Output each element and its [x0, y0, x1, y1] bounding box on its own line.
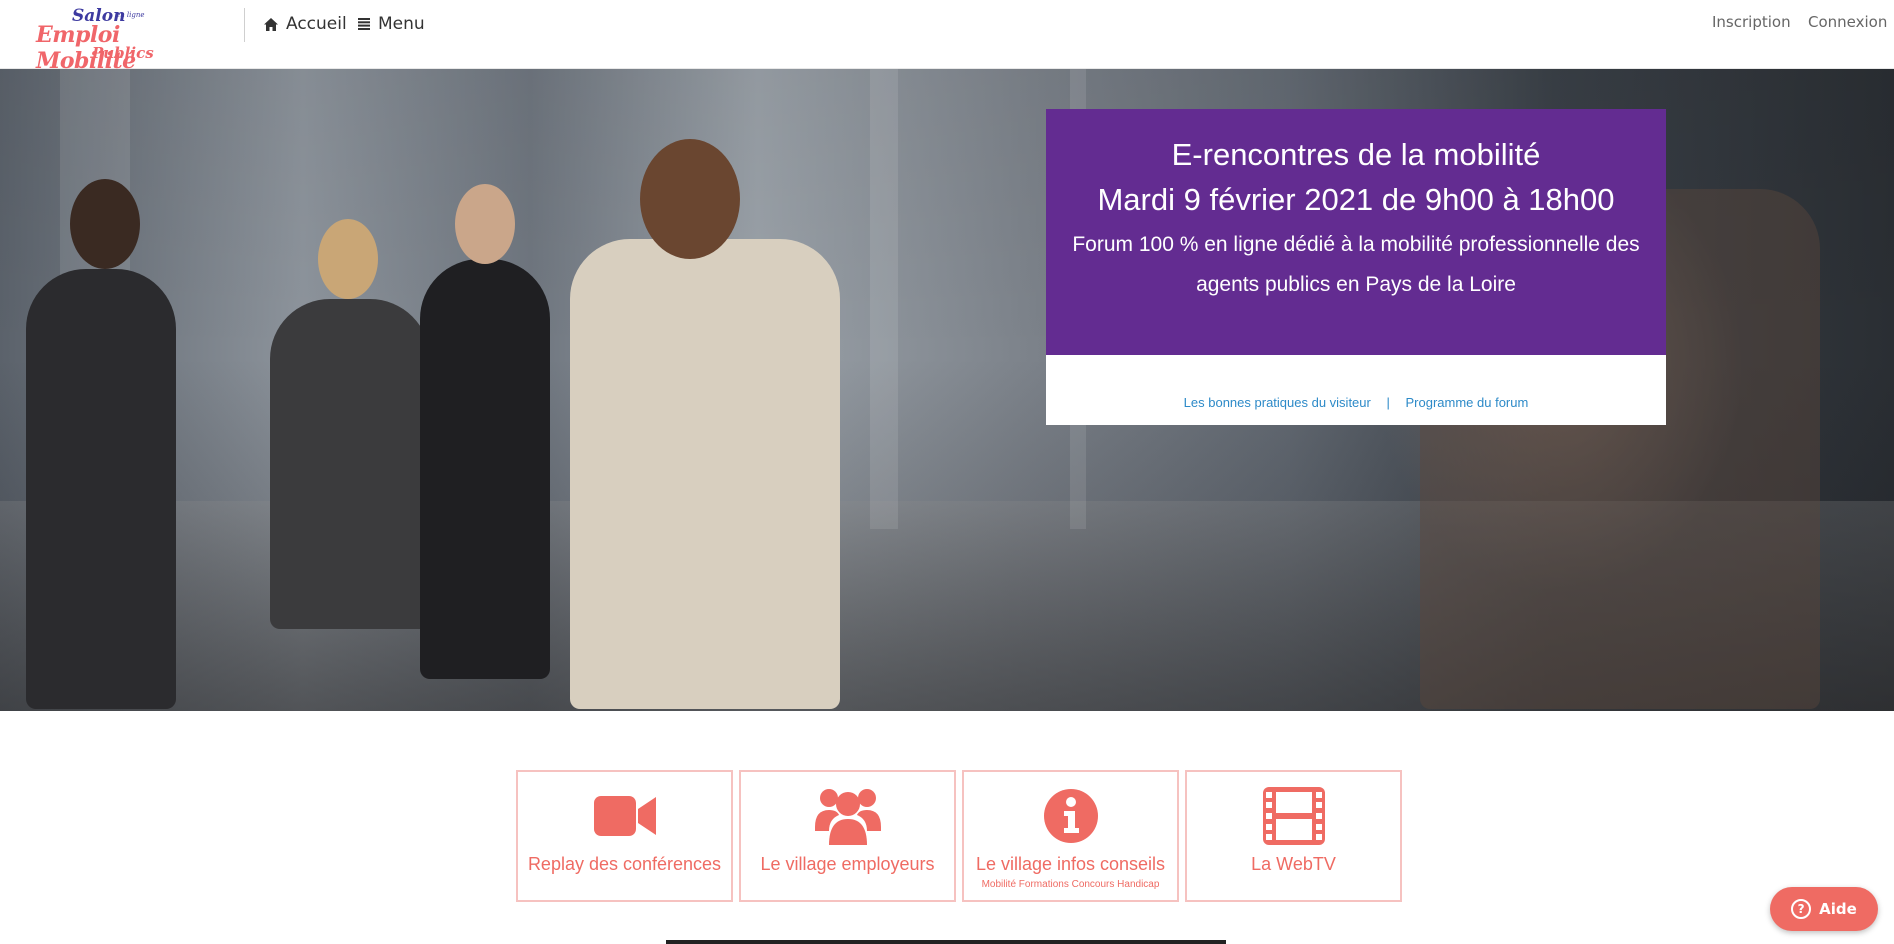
forum-program-link[interactable]: Programme du forum: [1406, 395, 1529, 410]
film-icon: [1262, 784, 1325, 848]
help-button[interactable]: ? Aide: [1770, 887, 1878, 931]
tile-label: La WebTV: [1251, 854, 1336, 874]
tile-label: Replay des conférences: [527, 854, 722, 874]
visitor-practices-link[interactable]: Les bonnes pratiques du visiteur: [1184, 395, 1371, 410]
tile-webtv[interactable]: La WebTV: [1185, 770, 1402, 902]
hero-banner: E-rencontres de la mobilité Mardi 9 févr…: [0, 69, 1894, 711]
hero-figure-head: [318, 219, 378, 299]
hero-figure-head: [70, 179, 140, 269]
nav-menu-link[interactable]: Menu: [358, 12, 425, 36]
link-separator: |: [1386, 395, 1390, 410]
nav-divider: [244, 8, 245, 42]
top-nav: Salon en ligne Emploi Mobilité Publics A…: [0, 0, 1894, 74]
hero-figure-head: [640, 139, 740, 259]
event-card-links: Les bonnes pratiques du visiteur | Progr…: [1046, 355, 1666, 425]
tile-info-village[interactable]: Le village infos conseils Mobilité Forma…: [962, 770, 1179, 902]
hero-figure: [26, 269, 176, 709]
event-card-header: E-rencontres de la mobilité Mardi 9 févr…: [1046, 109, 1666, 355]
video-strip: [666, 940, 1226, 944]
hero-figure: [270, 299, 430, 629]
hero-figure-head: [455, 184, 515, 264]
logo-line1-small: en ligne: [116, 11, 145, 19]
tile-employers-village[interactable]: Le village employeurs: [739, 770, 956, 902]
tile-sublabel: Mobilité Formations Concours Handicap: [981, 879, 1160, 890]
tile-conference-replay[interactable]: Replay des conférences: [516, 770, 733, 902]
signup-link[interactable]: Inscription: [1712, 13, 1791, 31]
tile-label: Le village employeurs: [760, 854, 935, 874]
help-label: Aide: [1819, 900, 1857, 918]
logo-line3: Publics: [92, 44, 154, 62]
menu-icon: [358, 18, 370, 30]
event-title: E-rencontres de la mobilité: [1171, 137, 1541, 172]
site-logo[interactable]: Salon en ligne Emploi Mobilité Publics: [36, 6, 186, 74]
event-description: Forum 100 % en ligne dédié à la mobilité…: [1072, 233, 1640, 296]
video-camera-icon: [593, 784, 656, 848]
info-circle-icon: [1043, 784, 1098, 848]
users-group-icon: [814, 784, 881, 848]
event-card: E-rencontres de la mobilité Mardi 9 févr…: [1046, 109, 1666, 425]
event-date: Mardi 9 février 2021 de 9h00 à 18h00: [1097, 182, 1615, 217]
hero-figure-main: [570, 239, 840, 709]
hero-figure: [420, 259, 550, 679]
tile-label: Le village infos conseils: [975, 854, 1166, 874]
question-circle-icon: ?: [1791, 899, 1812, 919]
nav-home-label: Accueil: [286, 14, 347, 34]
login-link[interactable]: Connexion: [1808, 13, 1887, 31]
nav-home-link[interactable]: Accueil: [264, 12, 347, 36]
hero-pillar: [870, 69, 898, 529]
feature-tiles: Replay des conférences Le village employ…: [516, 770, 1404, 902]
nav-menu-label: Menu: [378, 14, 425, 34]
home-icon: [264, 17, 278, 31]
